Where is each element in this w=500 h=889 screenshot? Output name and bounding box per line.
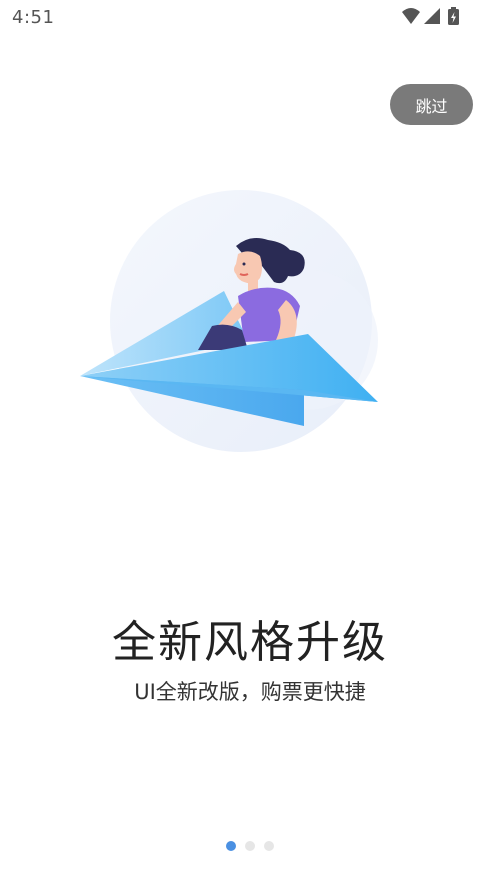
- skip-button[interactable]: 跳过: [390, 84, 473, 125]
- status-bar: 4:51: [0, 0, 500, 34]
- wifi-icon: [402, 8, 420, 24]
- cellular-signal-icon: [424, 8, 440, 24]
- onboarding-headline: 全新风格升级: [112, 617, 388, 668]
- skip-button-label: 跳过: [415, 96, 448, 116]
- onboarding-screen: 4:51 跳过 全新风格升级 UI全新改版，购票更快捷: [0, 0, 500, 889]
- page-dot-1[interactable]: [226, 841, 236, 851]
- status-time: 4:51: [12, 7, 55, 28]
- status-icons: [402, 7, 459, 25]
- paper-plane-woman-illustration: [80, 190, 378, 452]
- page-indicator: [0, 839, 500, 853]
- battery-charging-icon: [448, 7, 459, 25]
- page-dot-2[interactable]: [245, 841, 255, 851]
- page-dot-3[interactable]: [264, 841, 274, 851]
- onboarding-subline: UI全新改版，购票更快捷: [134, 680, 366, 704]
